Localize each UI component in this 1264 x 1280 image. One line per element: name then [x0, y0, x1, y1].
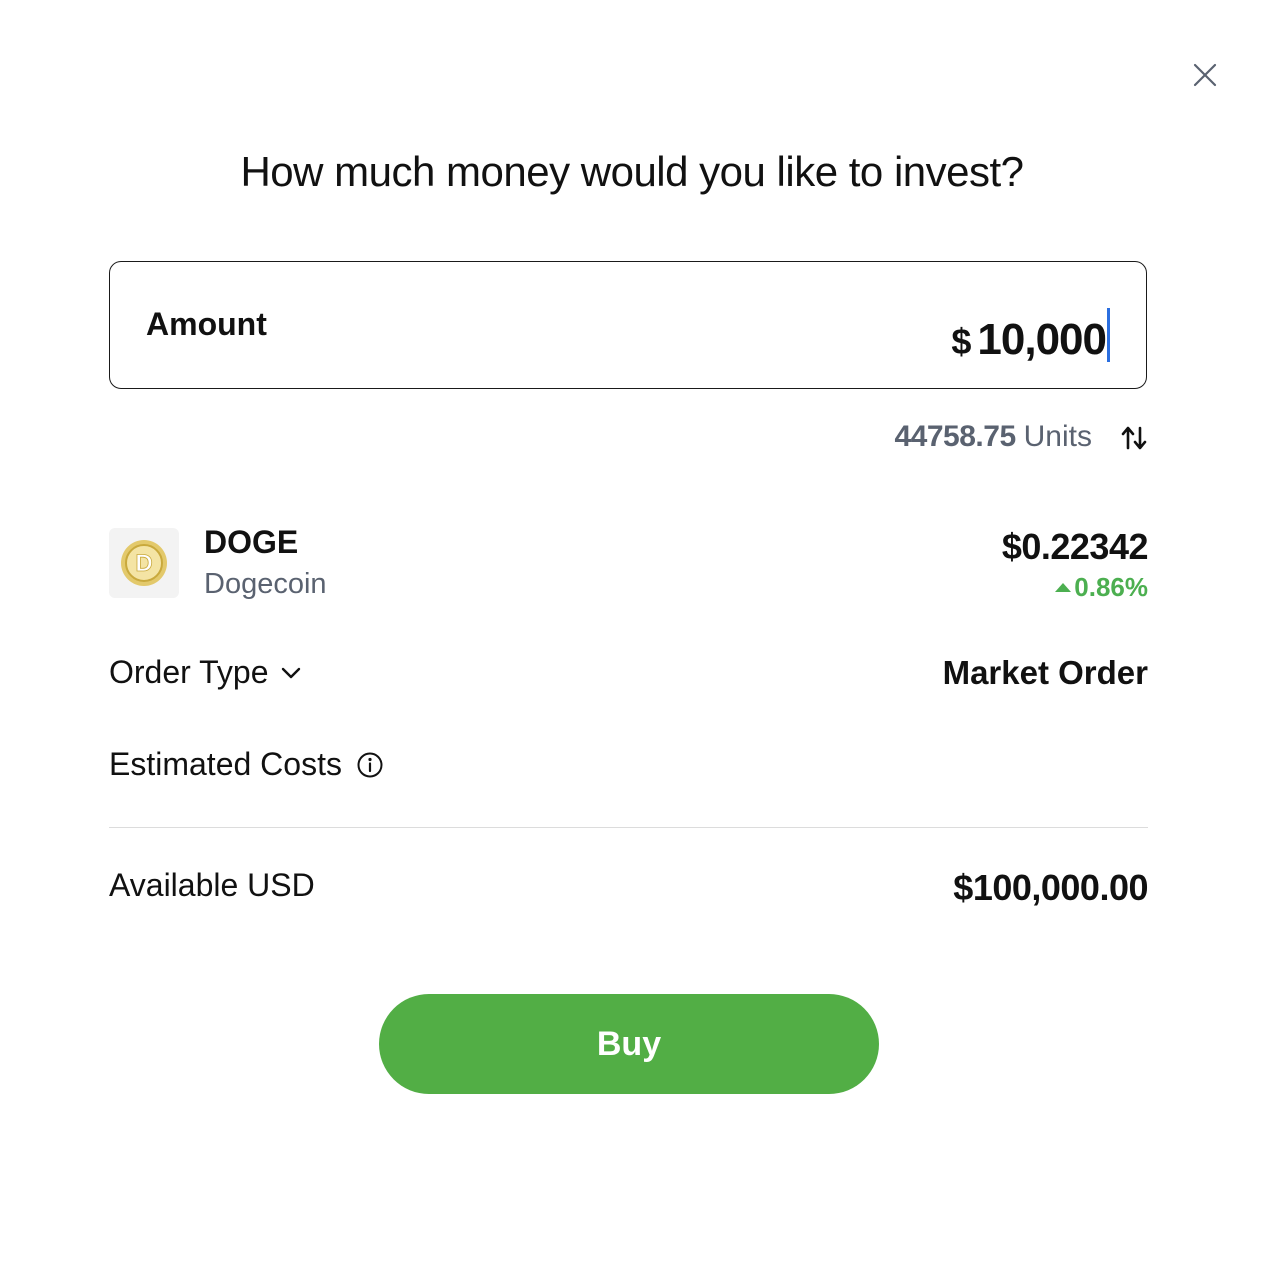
svg-text:D: D — [135, 550, 152, 577]
swap-units-button[interactable] — [1120, 424, 1148, 452]
swap-arrows-icon — [1121, 426, 1147, 450]
dialog-title: How much money would you like to invest? — [240, 148, 1024, 195]
asset-name: Dogecoin — [204, 568, 327, 600]
estimated-costs-label: Estimated Costs — [109, 746, 342, 782]
available-usd-value: $100,000.00 — [953, 867, 1148, 908]
amount-label: Amount — [146, 306, 267, 342]
available-usd-label: Available USD — [109, 867, 315, 903]
currency-symbol: $ — [951, 321, 972, 362]
asset-symbol: DOGE — [204, 524, 299, 560]
close-icon — [1193, 63, 1217, 87]
order-type-dropdown[interactable]: Order Type — [109, 654, 302, 691]
amount-value-wrap: $ 10,000 — [951, 300, 1110, 365]
order-type-label: Order Type — [109, 654, 269, 690]
amount-value[interactable]: 10,000 — [977, 315, 1107, 365]
caret-up-icon — [1055, 583, 1072, 592]
order-type-value: Market Order — [942, 654, 1148, 691]
asset-price: $0.22342 — [1001, 526, 1149, 567]
amount-input[interactable]: Amount $ 10,000 — [109, 261, 1147, 389]
info-icon[interactable] — [356, 751, 384, 779]
asset-logo: D — [109, 528, 179, 598]
asset-change: 0.86% — [1055, 572, 1148, 603]
close-button[interactable] — [1190, 60, 1220, 90]
dogecoin-logo-icon: D — [121, 540, 167, 586]
units-value: 44758.75 — [894, 420, 1017, 453]
buy-button[interactable]: Buy — [379, 994, 879, 1094]
divider — [109, 827, 1148, 828]
asset-change-value: 0.86% — [1074, 572, 1148, 602]
chevron-down-icon — [282, 667, 301, 678]
text-caret — [1107, 308, 1110, 362]
estimated-costs: Estimated Costs — [109, 746, 384, 783]
units-label: Units — [1023, 420, 1092, 453]
units-readout: 44758.75 Units — [895, 420, 1093, 454]
